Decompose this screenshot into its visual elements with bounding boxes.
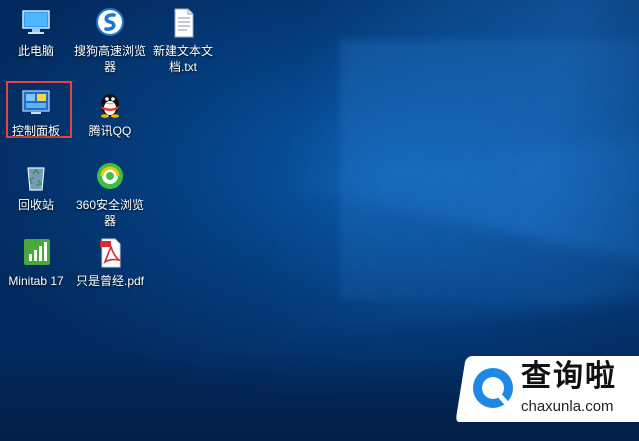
desktop: 此电脑 搜狗高速浏览器 新建文本文档.txt 控制面板 腾讯QQ 回收站 360… [0, 0, 639, 441]
desktop-icon-label: 此电脑 [17, 44, 54, 58]
desktop-icon-label: 360安全浏览器 [75, 198, 145, 228]
desktop-icon-label: 回收站 [17, 198, 54, 212]
desktop-icon-label: 腾讯QQ [88, 124, 132, 138]
control-panel-icon [18, 86, 54, 120]
desktop-icon-new-text-file[interactable]: 新建文本文档.txt [147, 6, 219, 75]
wallpaper-light-beam [253, 121, 639, 339]
desktop-icon-label: 新建文本文档.txt [152, 44, 213, 74]
sogou-browser-icon [92, 6, 128, 40]
pdf-file-icon [92, 236, 128, 270]
recycle-bin-icon [18, 160, 54, 194]
desktop-icon-this-pc[interactable]: 此电脑 [0, 6, 72, 59]
desktop-icon-label: 搜狗高速浏览器 [74, 44, 147, 74]
qq-penguin-icon [92, 86, 128, 120]
desktop-icon-sogou-browser[interactable]: 搜狗高速浏览器 [74, 6, 146, 75]
360-browser-icon [92, 160, 128, 194]
text-file-icon [165, 6, 201, 40]
desktop-icon-360-browser[interactable]: 360安全浏览器 [74, 160, 146, 229]
minitab-icon [18, 236, 54, 270]
wallpaper-light-beam [274, 0, 639, 291]
monitor-icon [18, 6, 54, 40]
wallpaper-light-beam [340, 40, 639, 300]
desktop-icon-recycle-bin[interactable]: 回收站 [0, 160, 72, 213]
desktop-icon-label: Minitab 17 [8, 274, 64, 288]
desktop-icon-minitab[interactable]: Minitab 17 [0, 236, 72, 289]
watermark-domain: chaxunla.com [521, 398, 614, 415]
desktop-icon-label: 只是曾经.pdf [75, 274, 145, 288]
desktop-icon-label: 控制面板 [11, 124, 60, 138]
desktop-icon-tencent-qq[interactable]: 腾讯QQ [74, 86, 146, 139]
desktop-icon-pdf-file[interactable]: 只是曾经.pdf [74, 236, 146, 289]
desktop-icon-control-panel[interactable]: 控制面板 [0, 86, 72, 139]
site-watermark: 查询啦 chaxunla.com [455, 352, 639, 422]
watermark-title: 查询啦 [521, 360, 617, 393]
